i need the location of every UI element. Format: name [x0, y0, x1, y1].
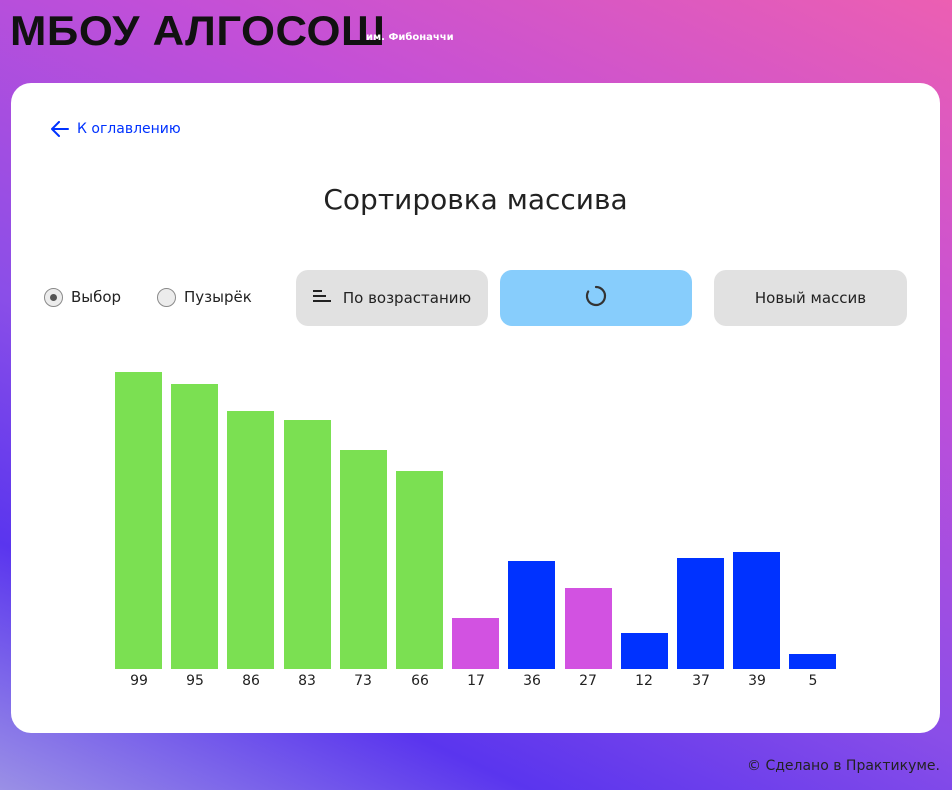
chart-bar-label: 95: [186, 673, 204, 689]
chart-bar-label: 5: [808, 673, 818, 689]
chart-bar: [621, 633, 668, 669]
page-title: Сортировка массива: [323, 183, 628, 216]
logo-subtitle: им. Фибоначчи: [366, 32, 454, 43]
logo: МБОУ АЛГОСОШ: [10, 7, 386, 54]
radio-bubble[interactable]: Пузырёк: [157, 286, 252, 308]
chart-bar-label: 27: [579, 673, 597, 689]
chart-bar-label: 12: [635, 673, 653, 689]
main-card: К оглавлению Сортировка массива Выбор Пу…: [11, 83, 940, 733]
footer: © Сделано в Практикуме.: [747, 758, 940, 774]
chart-bar-label: 73: [354, 673, 372, 689]
chart-bar-label: 83: [298, 673, 316, 689]
chart-bar-label: 39: [748, 673, 766, 689]
radio-selection[interactable]: Выбор: [44, 286, 121, 308]
chart-bar: [284, 420, 331, 669]
chart-bar: [508, 561, 555, 669]
spinner-icon: [584, 284, 608, 312]
chart-bar-label: 86: [242, 673, 260, 689]
descending-button[interactable]: [500, 270, 692, 326]
chart-bar: [115, 372, 162, 669]
back-link[interactable]: К оглавлению: [51, 117, 181, 141]
chart-bar: [452, 618, 499, 669]
chart-bar: [565, 588, 612, 669]
chart-bar-label: 99: [130, 673, 148, 689]
chart-bar-label: 37: [692, 673, 710, 689]
chart-bar: [171, 384, 218, 669]
back-link-label: К оглавлению: [77, 121, 181, 137]
chart-bar: [340, 450, 387, 669]
chart-bar: [396, 471, 443, 669]
ascending-label: По возрастанию: [342, 289, 472, 307]
ascending-button[interactable]: По возрастанию: [296, 270, 488, 326]
chart-bar-label: 66: [411, 673, 429, 689]
sort-ascending-icon: [312, 289, 333, 307]
chart-bar-label: 36: [523, 673, 541, 689]
chart-bar: [677, 558, 724, 669]
radio-circle: [44, 287, 63, 307]
new-array-button[interactable]: Новый массив: [714, 270, 907, 326]
chart-bar-label: 17: [467, 673, 485, 689]
chart-bar: [227, 411, 274, 669]
radio-bubble-label: Пузырёк: [184, 288, 252, 306]
arrow-left-icon: [51, 121, 69, 137]
chart-bar: [733, 552, 780, 669]
chart-bar: [789, 654, 836, 669]
radio-selection-label: Выбор: [71, 288, 122, 306]
radio-circle: [157, 287, 176, 307]
new-array-label: Новый массив: [754, 289, 867, 307]
